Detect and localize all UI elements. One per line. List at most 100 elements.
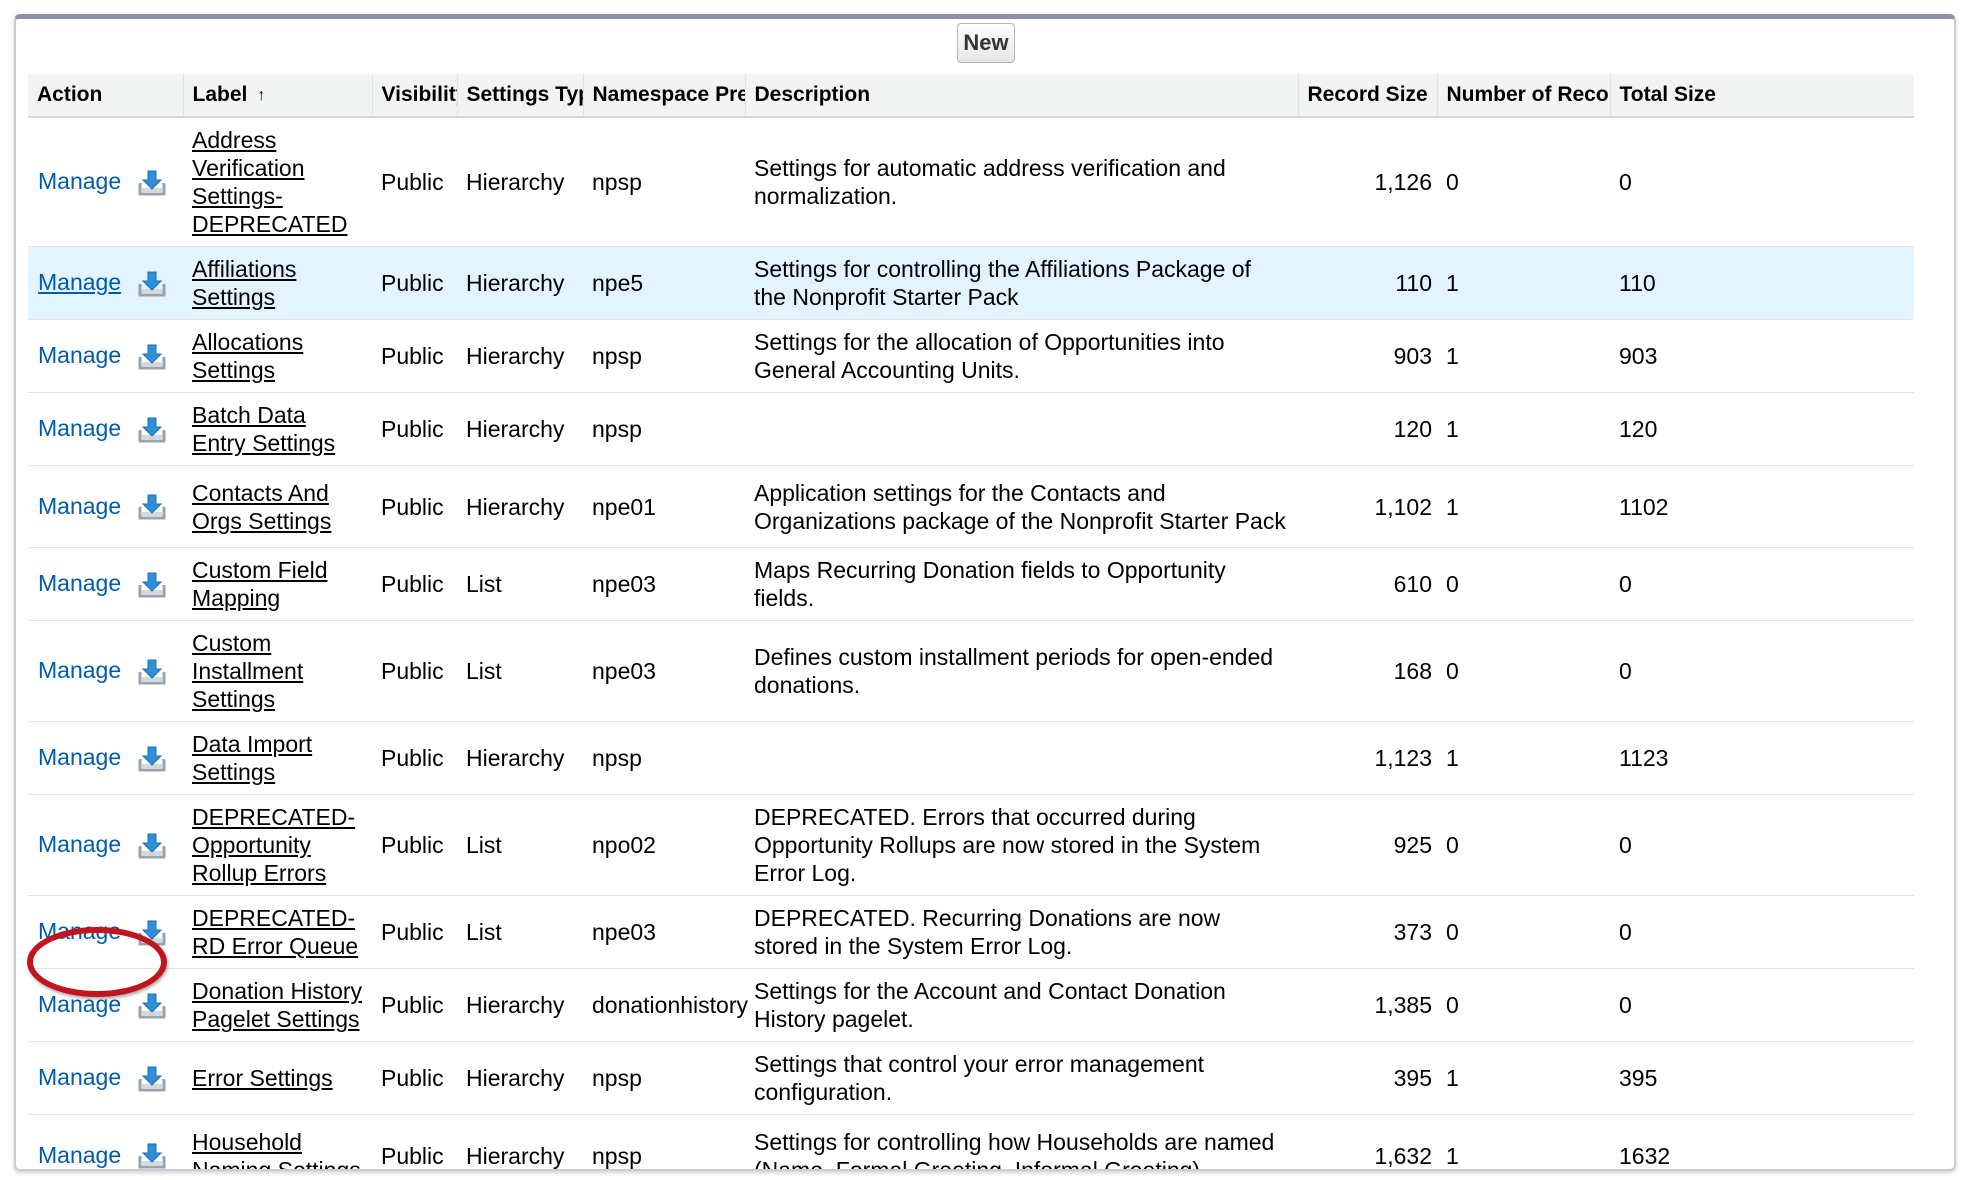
manage-link[interactable]: Manage	[38, 991, 121, 1017]
table-row: Manage Data Import Settings Public Hierarch…	[28, 721, 1914, 795]
setting-label-link[interactable]: Batch Data Entry Settings	[192, 402, 335, 456]
setting-label-link[interactable]: Error Settings	[192, 1065, 333, 1091]
manage-link[interactable]: Manage	[38, 918, 121, 944]
label-cell: Allocations Settings	[183, 319, 372, 393]
manage-link[interactable]: Manage	[38, 831, 121, 857]
number-of-records-cell: 0	[1437, 620, 1610, 722]
action-cell: Manage	[28, 319, 183, 393]
setting-label-link[interactable]: Affiliations Settings	[192, 256, 296, 310]
visibility-cell: Public	[372, 319, 457, 393]
setting-label-link[interactable]: Address Verification Settings-DEPRECATED	[192, 127, 348, 237]
number-of-records-cell: 1	[1437, 392, 1610, 466]
download-icon[interactable]	[137, 1065, 167, 1093]
visibility-cell: Public	[372, 620, 457, 722]
manage-link[interactable]: Manage	[38, 269, 121, 295]
manage-link[interactable]: Manage	[38, 493, 121, 519]
description-cell: Maps Recurring Donation fields to Opport…	[745, 547, 1298, 621]
record-size-cell: 373	[1298, 895, 1437, 969]
label-cell: DEPRECATED-RD Error Queue	[183, 895, 372, 969]
manage-link[interactable]: Manage	[38, 168, 121, 194]
column-header-label-text[interactable]: Label	[193, 83, 248, 106]
visibility-cell: Public	[372, 794, 457, 896]
sort-ascending-icon[interactable]: ↑	[257, 87, 265, 104]
settings-type-cell: Hierarchy	[457, 1114, 583, 1169]
namespace-cell: npe03	[583, 547, 745, 621]
column-header-total-size[interactable]: Total Size	[1609, 74, 1914, 118]
setting-label-link[interactable]: DEPRECATED-Opportunity Rollup Errors	[192, 804, 355, 886]
manage-link[interactable]: Manage	[38, 415, 121, 441]
column-header-description[interactable]: Description	[744, 74, 1298, 118]
description-cell: DEPRECATED. Recurring Donations are now …	[745, 895, 1298, 969]
label-cell: Address Verification Settings-DEPRECATED	[183, 117, 372, 247]
download-icon[interactable]	[137, 658, 167, 686]
settings-type-cell: Hierarchy	[457, 1041, 583, 1115]
action-cell: Manage	[28, 794, 183, 896]
action-cell: Manage	[28, 1041, 183, 1115]
visibility-cell: Public	[372, 721, 457, 795]
total-size-cell: 1102	[1610, 465, 1914, 548]
table-row: Manage Custom Installment Settings Public L…	[28, 620, 1914, 722]
download-icon[interactable]	[137, 571, 167, 599]
description-cell: Settings for automatic address verificat…	[745, 117, 1298, 247]
column-header-number-of-records[interactable]: Number of Records	[1436, 74, 1610, 118]
manage-link[interactable]: Manage	[38, 657, 121, 683]
total-size-cell: 0	[1610, 620, 1914, 722]
download-icon[interactable]	[137, 169, 167, 197]
table-row: Manage Allocations Settings Public Hierarch…	[28, 319, 1914, 393]
visibility-cell: Public	[372, 1114, 457, 1169]
manage-link[interactable]: Manage	[38, 1064, 121, 1090]
settings-type-cell: List	[457, 794, 583, 896]
visibility-cell: Public	[372, 117, 457, 247]
number-of-records-cell: 0	[1437, 968, 1610, 1042]
namespace-cell: npe01	[583, 465, 745, 548]
download-icon[interactable]	[137, 343, 167, 371]
setting-label-link[interactable]: DEPRECATED-RD Error Queue	[192, 905, 358, 959]
download-icon[interactable]	[137, 416, 167, 444]
custom-settings-table: Action Label ↑ Visibility Settings Type N…	[28, 74, 1914, 1170]
namespace-cell: donationhistory	[583, 968, 748, 1042]
action-cell: Manage	[28, 465, 183, 548]
manage-link[interactable]: Manage	[38, 744, 121, 770]
column-header-namespace-prefix[interactable]: Namespace Prefix	[582, 74, 745, 118]
action-cell: Manage	[28, 968, 183, 1042]
action-cell: Manage	[28, 620, 183, 722]
action-cell: Manage	[28, 547, 183, 621]
record-size-cell: 120	[1298, 392, 1437, 466]
manage-link[interactable]: Manage	[38, 1142, 121, 1168]
number-of-records-cell: 1	[1437, 721, 1610, 795]
setting-label-link[interactable]: Custom Field Mapping	[192, 557, 327, 611]
description-cell	[745, 392, 1298, 466]
setting-label-link[interactable]: Household Naming Settings	[192, 1129, 361, 1170]
number-of-records-cell: 0	[1437, 895, 1610, 969]
new-button[interactable]: New	[957, 23, 1015, 63]
total-size-cell: 0	[1610, 968, 1914, 1042]
column-header-record-size[interactable]: Record Size	[1297, 74, 1437, 118]
column-header-label[interactable]: Label ↑	[182, 74, 372, 118]
action-cell: Manage	[28, 721, 183, 795]
download-icon[interactable]	[137, 832, 167, 860]
record-size-cell: 395	[1298, 1041, 1437, 1115]
setting-label-link[interactable]: Contacts And Orgs Settings	[192, 480, 331, 534]
download-icon[interactable]	[137, 992, 167, 1020]
table-row: Manage Error Settings Public Hierarchy npsp S…	[28, 1041, 1914, 1115]
download-icon[interactable]	[137, 745, 167, 773]
number-of-records-cell: 1	[1437, 1041, 1610, 1115]
manage-link[interactable]: Manage	[38, 342, 121, 368]
download-icon[interactable]	[137, 493, 167, 521]
download-icon[interactable]	[137, 270, 167, 298]
column-header-visibility[interactable]: Visibility	[371, 74, 457, 118]
setting-label-link[interactable]: Donation History Pagelet Settings	[192, 978, 362, 1032]
action-cell: Manage	[28, 246, 183, 320]
setting-label-link[interactable]: Custom Installment Settings	[192, 630, 303, 712]
total-size-cell: 903	[1610, 319, 1914, 393]
settings-type-cell: Hierarchy	[457, 968, 583, 1042]
setting-label-link[interactable]: Data Import Settings	[192, 731, 312, 785]
column-header-settings-type[interactable]: Settings Type	[456, 74, 583, 118]
table-row: Manage Affiliations Settings Public Hierarc…	[28, 246, 1914, 320]
manage-link[interactable]: Manage	[38, 570, 121, 596]
setting-label-link[interactable]: Allocations Settings	[192, 329, 303, 383]
download-icon[interactable]	[137, 919, 167, 947]
record-size-cell: 1,385	[1298, 968, 1437, 1042]
download-icon[interactable]	[137, 1142, 167, 1169]
total-size-cell: 395	[1610, 1041, 1914, 1115]
